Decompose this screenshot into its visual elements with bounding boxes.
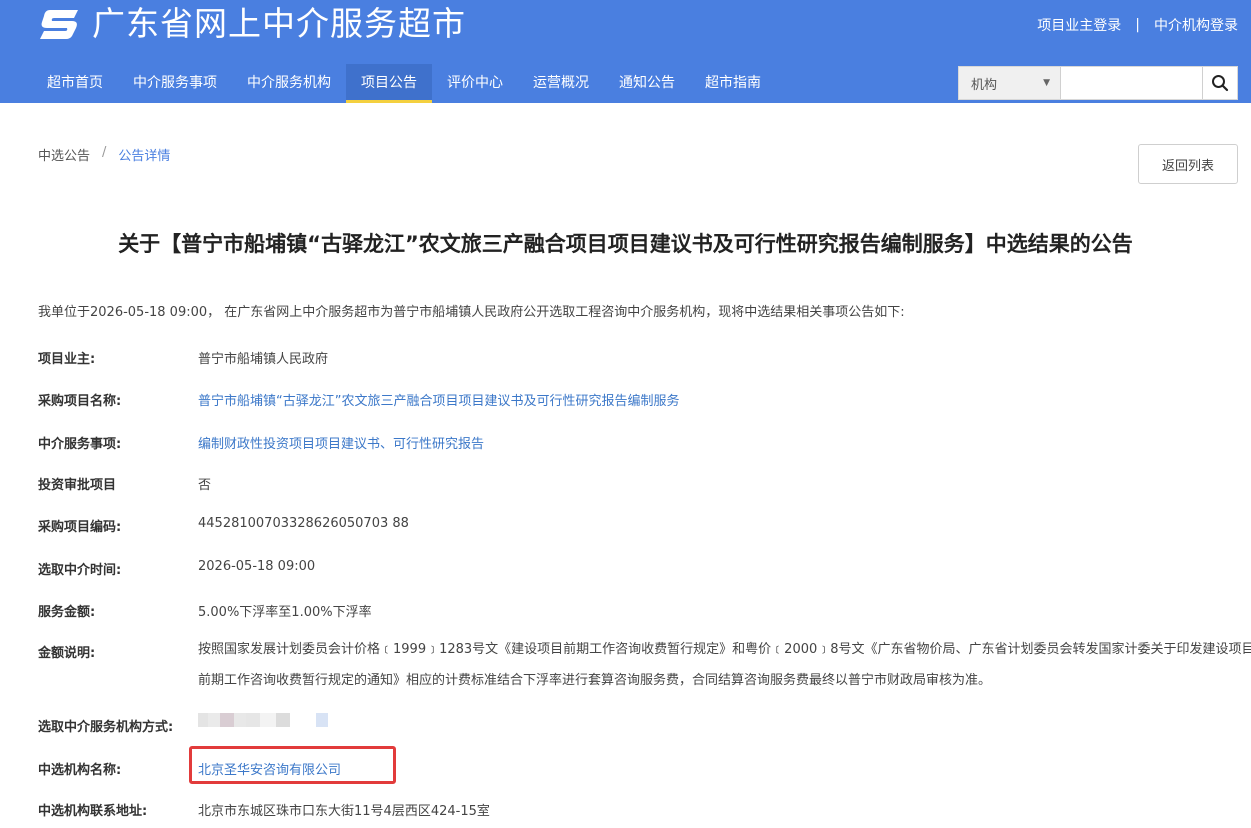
field-label: 服务金额: [38,605,96,620]
field-value: 否 [198,478,212,493]
field-label: 选取中介服务机构方式: [38,720,174,735]
site-logo[interactable]: 广东省网上中介服务超市 [38,4,466,44]
highlight-box [189,746,396,784]
field-label: 采购项目名称: [38,394,122,409]
search-button[interactable] [1203,67,1237,99]
project-name-link[interactable]: 普宁市船埔镇“古驿龙江”农文旅三产融合项目项目建议书及可行性研究报告编制服务 [198,390,679,409]
field-value: 北京市东城区珠市口东大街11号4层西区424-15室 [198,804,490,819]
breadcrumb: 中选公告 / 公告详情 [38,145,170,164]
nav-item-notifications[interactable]: 通知公告 [604,64,690,103]
field-value: 2026-05-18 09:00 [198,559,316,574]
field-value: 5.00%下浮率至1.00%下浮率 [198,605,372,620]
field-value: 按照国家发展计划委员会计价格﹝1999﹞1283号文《建设项目前期工作咨询收费暂… [198,642,1251,688]
redacted-value [198,713,328,727]
breadcrumb-current: 公告详情 [118,149,171,164]
field-label: 中介服务事项: [38,437,122,452]
top-links: 项目业主登录 | 中介机构登录 [1037,15,1238,35]
search-type-select[interactable]: 机构 ▼ [959,67,1061,99]
service-item-link[interactable]: 编制财政性投资项目项目建议书、可行性研究报告 [198,433,484,452]
search-bar: 机构 ▼ [958,66,1238,100]
chevron-down-icon: ▼ [1043,78,1050,88]
field-label: 中选机构名称: [38,763,122,778]
field-label: 选取中介时间: [38,563,122,578]
field-value: 普宁市船埔镇人民政府 [198,352,329,367]
back-to-list-button[interactable]: 返回列表 [1138,144,1238,184]
s-logo-icon [40,10,78,39]
nav-item-guide[interactable]: 超市指南 [690,64,776,103]
site-header: 广东省网上中介服务超市 项目业主登录 | 中介机构登录 超市首页 中介服务事项 … [0,0,1251,103]
main-nav: 超市首页 中介服务事项 中介服务机构 项目公告 评价中心 运营概况 通知公告 超… [32,64,776,103]
nav-item-service-agencies[interactable]: 中介服务机构 [232,64,346,103]
nav-item-operations[interactable]: 运营概况 [518,64,604,103]
nav-item-project-notices[interactable]: 项目公告 [346,64,432,103]
page-title: 关于【普宁市船埔镇“古驿龙江”农文旅三产融合项目项目建议书及可行性研究报告编制服… [118,232,1133,256]
field-label: 采购项目编码: [38,520,122,535]
nav-item-service-items[interactable]: 中介服务事项 [118,64,232,103]
owner-login-link[interactable]: 项目业主登录 [1037,15,1121,35]
field-label: 投资审批项目 [38,478,117,493]
top-links-separator: | [1135,17,1140,33]
field-label: 项目业主: [38,352,96,367]
breadcrumb-separator: / [102,145,107,160]
site-title: 广东省网上中介服务超市 [92,4,466,43]
intro-text: 我单位于2026-05-18 09:00， 在广东省网上中介服务超市为普宁市船埔… [38,305,905,320]
agency-login-link[interactable]: 中介机构登录 [1154,15,1238,35]
nav-item-home[interactable]: 超市首页 [32,64,118,103]
nav-item-evaluation[interactable]: 评价中心 [432,64,518,103]
breadcrumb-parent[interactable]: 中选公告 [38,145,90,164]
field-label: 金额说明: [38,646,96,661]
search-type-value: 机构 [971,77,998,93]
search-input[interactable] [1061,67,1203,99]
field-value: 44528100703328626050703 88 [198,516,409,531]
search-icon [1212,75,1229,92]
field-label: 中选机构联系地址: [38,804,148,819]
